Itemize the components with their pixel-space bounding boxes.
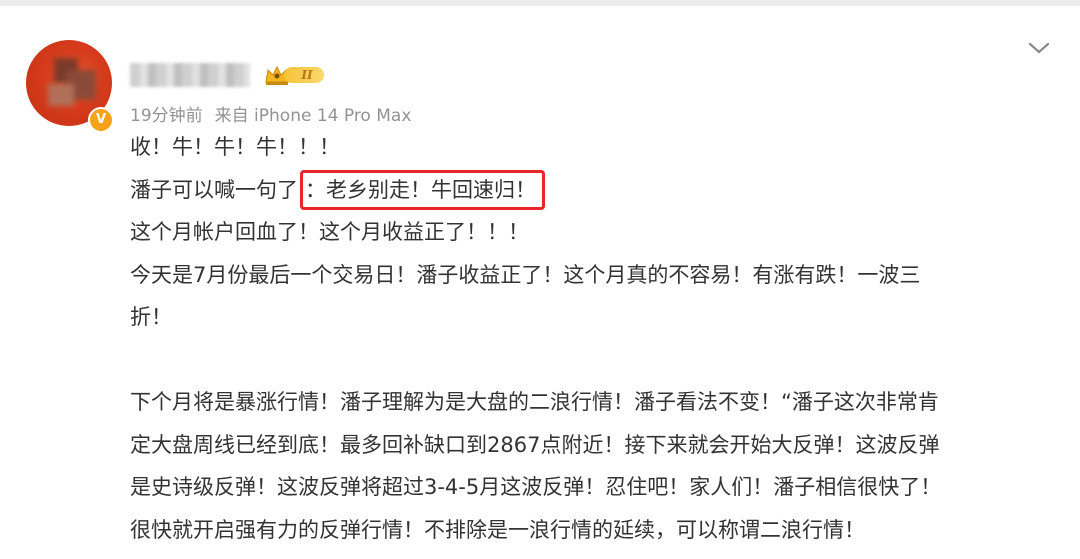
content-line: 这个月帐户回血了！这个月收益正了！！！ xyxy=(130,220,529,244)
verified-badge-icon: V xyxy=(88,107,114,133)
level-label: II xyxy=(284,67,324,83)
weibo-post: V II 19分钟前 来自 iPhone 14 Pro Max 收！牛！牛！牛！！… xyxy=(0,6,1080,559)
content-line: 是史诗级反弹！这波反弹将超过3-4-5月这波反弹！忍住吧！家人们！潘子相信很快了… xyxy=(130,475,942,499)
content-line: 潘子可以喊一句了 ：老乡别走！牛回速归！ xyxy=(130,169,1060,212)
content-line-text: 潘子可以喊一句了 xyxy=(130,177,298,202)
content-line: 很快就开启强有力的反弹行情！不排除是一浪行情的延续，可以称谓二浪行情！ xyxy=(130,517,865,542)
post-content: 收！牛！牛！牛！！！ 潘子可以喊一句了 ：老乡别走！牛回速归！ 这个月帐户回血了！… xyxy=(130,126,1060,551)
avatar-blur xyxy=(48,84,74,106)
post-time: 19分钟前 xyxy=(130,106,203,126)
username-redacted[interactable] xyxy=(130,63,250,87)
content-line: 今天是7月份最后一个交易日！潘子收益正了！这个月真的不容易！有涨有跌！一波三 xyxy=(130,262,921,287)
highlighted-phrase: ：老乡别走！牛回速归！ xyxy=(300,169,545,210)
level-badge[interactable]: II xyxy=(264,64,328,86)
content-line: 定大盘周线已经到底！最多回补缺口到2867点附近！接下来就会开始大反弹！这波反弹 xyxy=(130,432,940,457)
chevron-down-icon[interactable] xyxy=(1026,38,1052,58)
post-source[interactable]: 来自 iPhone 14 Pro Max xyxy=(215,106,412,126)
post-meta: 19分钟前 来自 iPhone 14 Pro Max xyxy=(130,101,423,126)
content-line: 下个月将是暴涨行情！潘子理解为是大盘的二浪行情！潘子看法不变！“潘子这次非常肯 xyxy=(130,390,939,414)
content-line: 折！ xyxy=(130,305,172,329)
content-line: 收！牛！牛！牛！！！ xyxy=(130,135,340,159)
